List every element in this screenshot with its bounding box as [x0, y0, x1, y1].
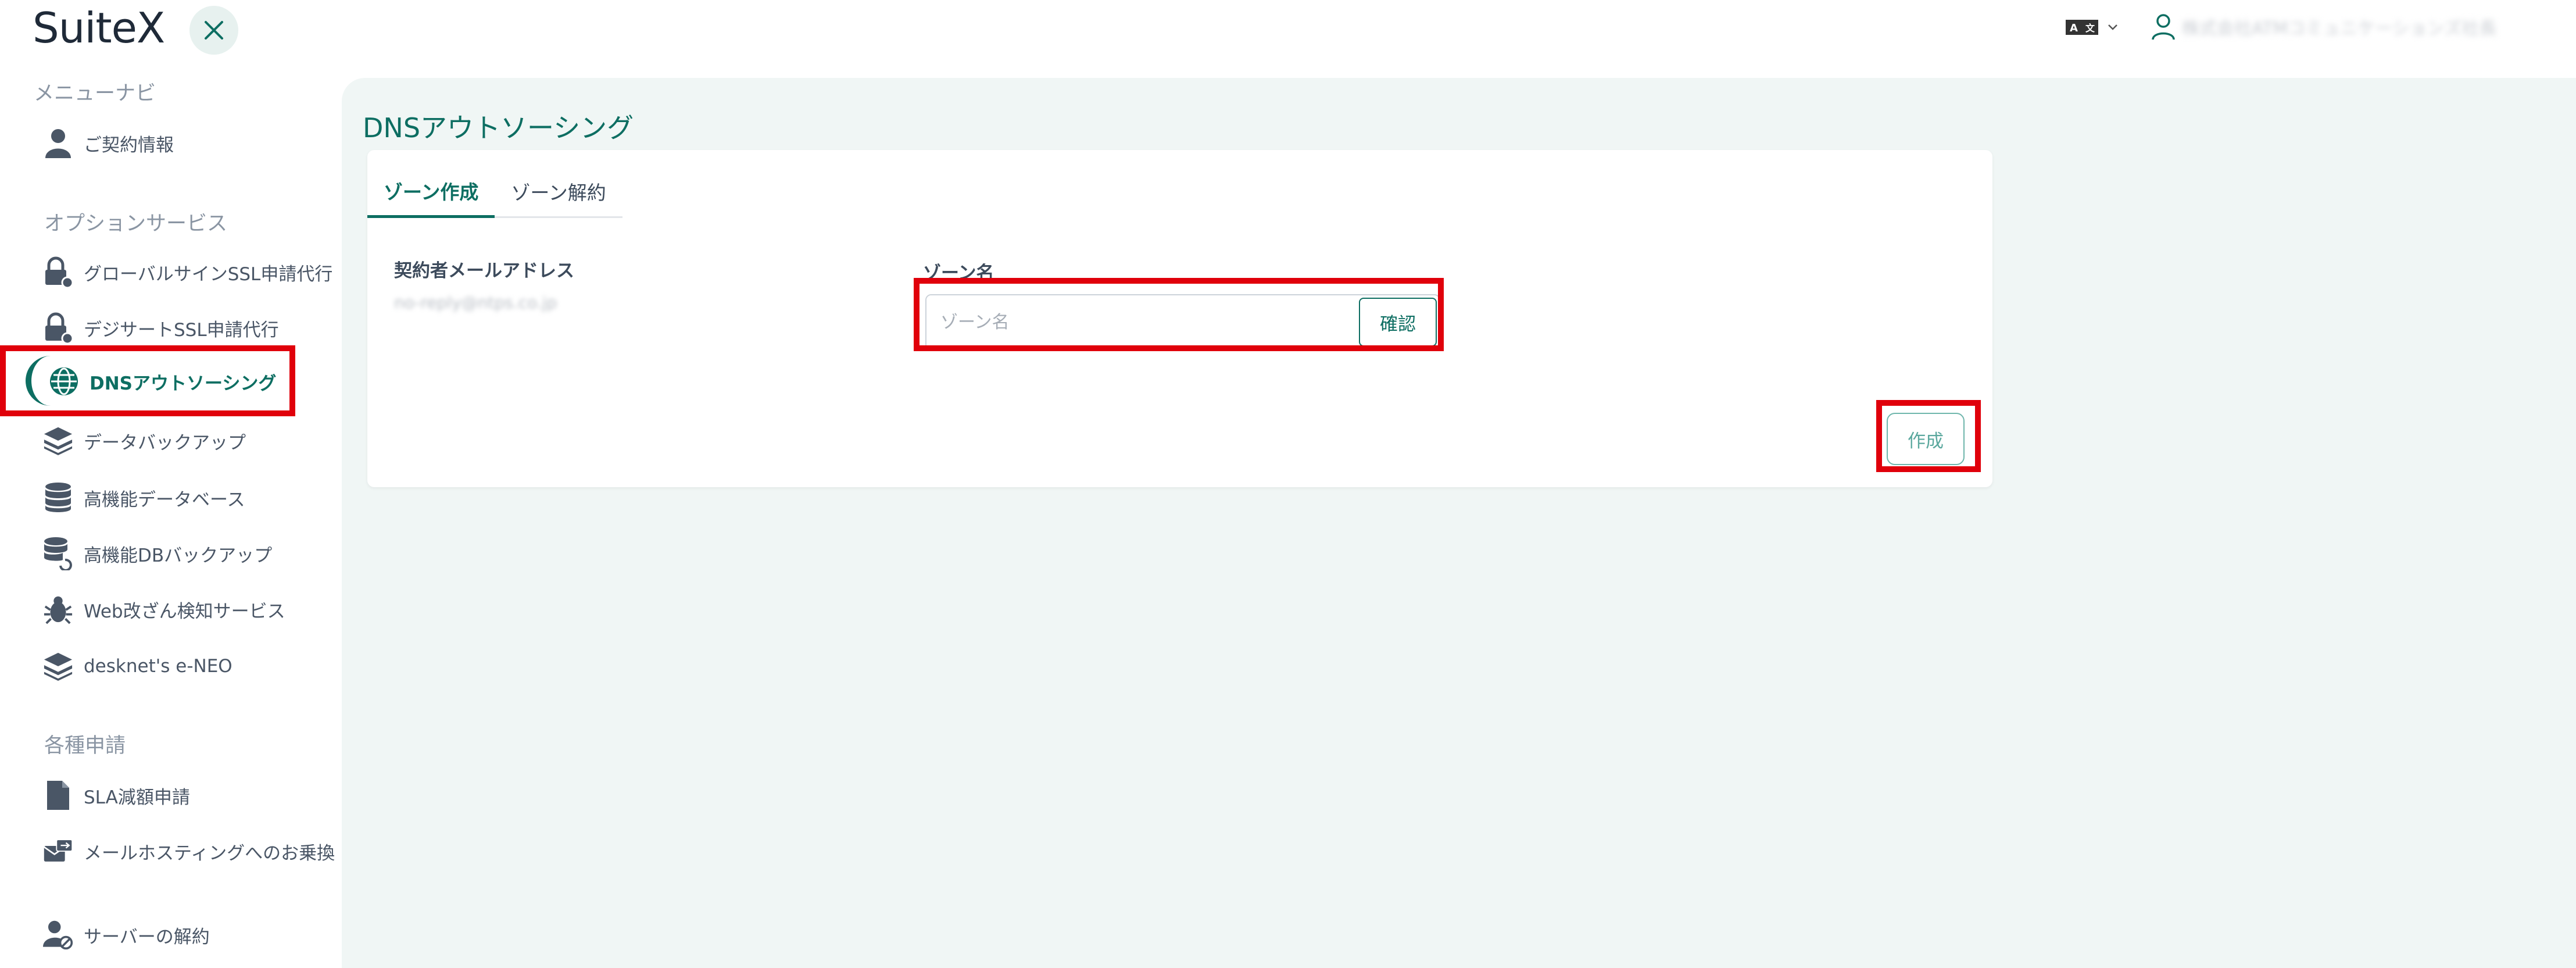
sidebar-item-label: SLA減額申請 — [84, 787, 190, 808]
sidebar-item-label: 高機能データベース — [84, 489, 245, 510]
bug-icon — [44, 596, 73, 624]
tab-zone-cancel[interactable]: ゾーン解約 — [495, 166, 622, 216]
highlight-box-dns-menu — [0, 345, 295, 416]
translate-icon: A 文 — [2066, 20, 2098, 35]
chevron-down-icon — [2108, 24, 2117, 30]
svg-text:文: 文 — [2085, 23, 2095, 34]
sidebar-item-server-cancellation[interactable]: サーバーの解約 — [43, 914, 210, 956]
language-switcher[interactable]: A 文 — [2066, 17, 2118, 37]
lock-gear-icon — [45, 312, 73, 344]
email-label: 契約者メールアドレス — [394, 260, 574, 281]
tab-zone-create[interactable]: ゾーン作成 — [367, 166, 495, 218]
sidebar-item-mail-hosting-switch[interactable]: メールホスティングへのお乗換 — [43, 830, 335, 872]
lock-gear-icon — [45, 256, 73, 288]
svg-text:A: A — [2070, 22, 2078, 34]
app-logo: SuiteX — [33, 3, 165, 52]
user-icon — [2152, 14, 2175, 40]
sidebar-item-data-backup[interactable]: データバックアップ — [43, 420, 246, 462]
database-restore-icon — [44, 537, 72, 570]
document-icon — [47, 781, 69, 810]
close-menu-button[interactable] — [189, 6, 238, 55]
layers-icon — [44, 652, 73, 681]
sidebar-item-sla-reduction[interactable]: SLA減額申請 — [43, 774, 190, 816]
sidebar-item-digicert-ssl[interactable]: デジサートSSL申請代行 — [43, 307, 279, 349]
sidebar-item-globalsign-ssl[interactable]: グローバルサインSSL申請代行 — [43, 251, 332, 293]
user-icon — [45, 129, 71, 158]
sidebar-item-label: デジサートSSL申請代行 — [84, 319, 279, 341]
app-header: SuiteX A 文 株式会社ATMコミュニケーションズ社長 — [0, 0, 2576, 70]
section-title-option-services: オプションサービス — [44, 212, 228, 235]
main-content: DNSアウトソーシング ゾーン作成 ゾーン解約 契約者メールアドレス no-re… — [342, 78, 2576, 968]
sidebar-item-label: グローバルサインSSL申請代行 — [84, 263, 333, 285]
sidebar-item-label: メールホスティングへのお乗換 — [84, 842, 335, 864]
sidebar: メニューナビ ご契約情報 オプションサービス グローバルサインSSL申請代行 デ… — [0, 70, 342, 968]
user-cancel-icon — [43, 920, 73, 950]
user-name: 株式会社ATMコミュニケーションズ社長 — [2182, 19, 2497, 39]
page-title: DNSアウトソーシング — [363, 112, 634, 144]
sidebar-item-label: サーバーの解約 — [84, 926, 210, 948]
layers-icon — [44, 427, 73, 456]
tab-bar: ゾーン作成 ゾーン解約 — [367, 166, 622, 218]
close-icon — [205, 21, 223, 40]
sidebar-item-label: Web改ざん検知サービス — [84, 601, 285, 622]
highlight-box-zone-input — [914, 278, 1444, 351]
email-value: no-reply@ntps.co.jp — [394, 293, 557, 312]
sidebar-item-label: 高機能DBバックアップ — [84, 545, 273, 566]
sidebar-item-label: データバックアップ — [84, 432, 246, 453]
user-menu[interactable]: 株式会社ATMコミュニケーションズ社長 — [2151, 13, 2496, 41]
database-icon — [45, 483, 71, 512]
sidebar-item-contract-info[interactable]: ご契約情報 — [43, 122, 174, 164]
sidebar-item-label: desknet's e-NEO — [84, 656, 232, 677]
section-title-applications: 各種申請 — [44, 734, 126, 758]
highlight-box-create-button — [1876, 400, 1981, 472]
sidebar-item-web-tamper-detection[interactable]: Web改ざん検知サービス — [43, 588, 285, 630]
sidebar-item-desknets-eneo[interactable]: desknet's e-NEO — [43, 645, 232, 687]
sidebar-item-label: ご契約情報 — [84, 134, 174, 156]
sidebar-item-advanced-database[interactable]: 高機能データベース — [43, 477, 245, 519]
sidebar-item-advanced-db-backup[interactable]: 高機能DBバックアップ — [43, 533, 272, 574]
mail-switch-icon — [44, 839, 73, 862]
section-title-menu-navi: メニューナビ — [34, 82, 156, 105]
